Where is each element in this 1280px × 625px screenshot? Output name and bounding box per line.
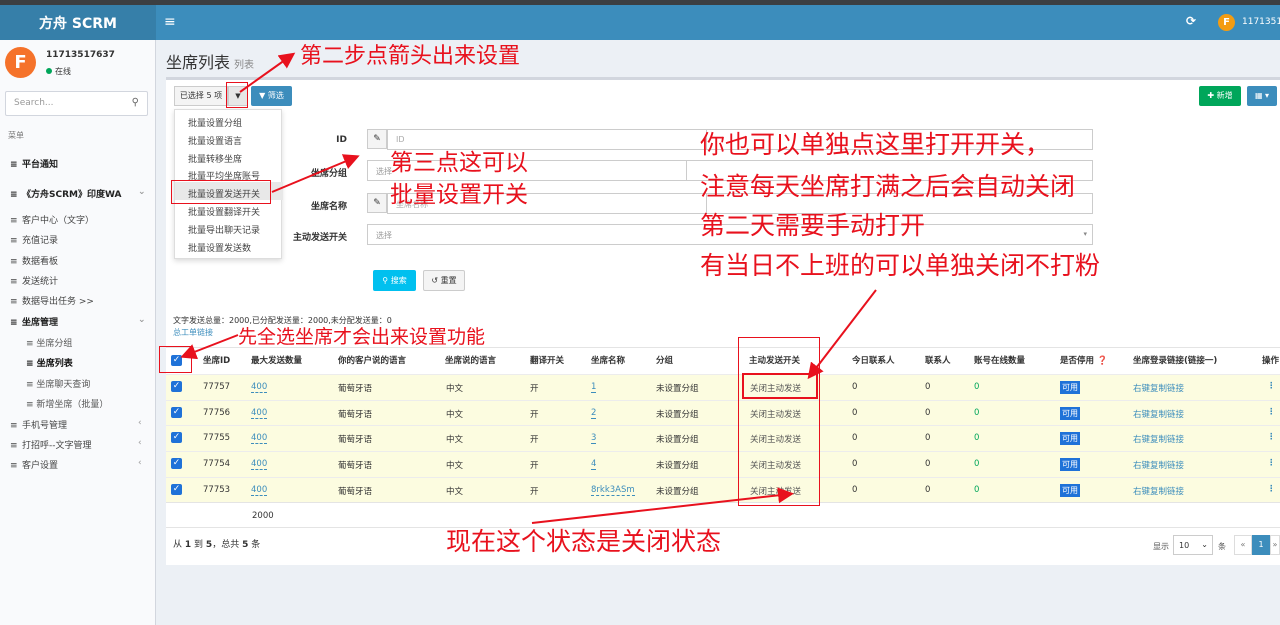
arrow-select-all	[180, 334, 239, 360]
arrow-status	[531, 487, 794, 524]
annotation-arrows	[180, 52, 877, 524]
arrow-step2	[239, 52, 296, 93]
arrow-switch	[807, 289, 877, 380]
arrow-step3	[271, 154, 360, 193]
